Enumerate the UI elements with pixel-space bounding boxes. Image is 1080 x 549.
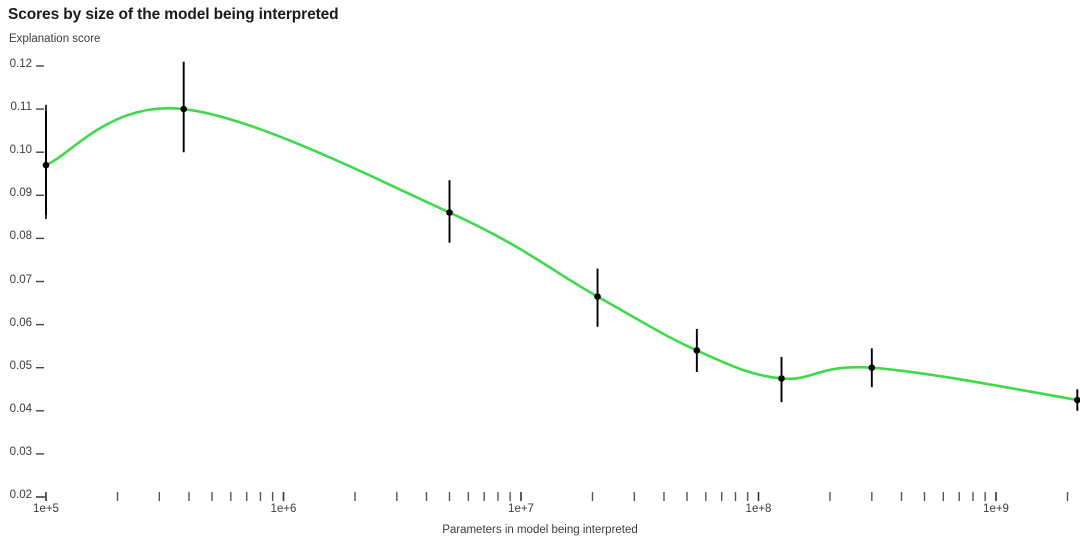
data-point-marker[interactable] bbox=[1074, 396, 1080, 404]
data-point-marker[interactable] bbox=[778, 375, 785, 382]
series-line bbox=[44, 106, 1080, 402]
plot-area bbox=[36, 61, 1080, 501]
data-point-marker[interactable] bbox=[594, 293, 601, 300]
x-tick-label: 1e+6 bbox=[270, 503, 297, 515]
x-tick-label: 1e+9 bbox=[983, 503, 1009, 515]
data-point-marker[interactable] bbox=[42, 161, 50, 169]
y-tick-label: 0.04 bbox=[9, 402, 32, 415]
y-tick-label: 0.05 bbox=[9, 359, 32, 372]
y-tick-label: 0.11 bbox=[10, 101, 32, 114]
data-point-marker[interactable] bbox=[180, 105, 187, 113]
y-tick-label: 0.06 bbox=[9, 316, 32, 329]
chart-container: Scores by size of the model being interp… bbox=[0, 0, 1080, 549]
y-tick-label: 0.02 bbox=[9, 489, 32, 501]
y-tick-label: 0.09 bbox=[9, 187, 32, 200]
y-tick-label: 0.03 bbox=[9, 445, 32, 458]
x-tick-label: 1e+8 bbox=[745, 503, 772, 515]
data-point-marker[interactable] bbox=[446, 209, 453, 216]
y-tick-label: 0.07 bbox=[9, 273, 32, 286]
x-tick-label: 1e+7 bbox=[508, 503, 534, 515]
data-point-marker[interactable] bbox=[868, 364, 876, 372]
x-tick-label: 1e+5 bbox=[33, 503, 59, 515]
y-tick-label: 0.08 bbox=[9, 230, 32, 243]
x-axis-title: Parameters in model being interpreted bbox=[442, 524, 638, 536]
y-tick-label: 0.12 bbox=[9, 58, 32, 70]
y-tick-label: 0.10 bbox=[9, 144, 32, 157]
data-point-marker[interactable] bbox=[693, 347, 701, 354]
